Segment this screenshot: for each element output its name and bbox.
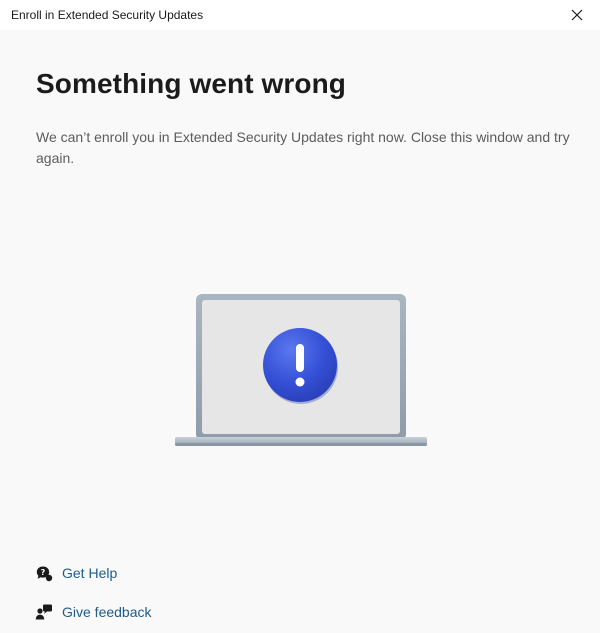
get-help-label: Get Help <box>62 565 118 581</box>
dialog-window: Enroll in Extended Security Updates Some… <box>0 0 600 633</box>
laptop-error-icon <box>175 294 427 446</box>
close-button[interactable] <box>554 0 600 30</box>
error-message: We can’t enroll you in Extended Security… <box>36 129 570 166</box>
page-title: Something went wrong <box>36 68 346 99</box>
give-feedback-link[interactable]: Give feedback <box>35 601 152 623</box>
close-icon <box>571 9 583 21</box>
title-bar: Enroll in Extended Security Updates <box>0 0 600 30</box>
feedback-person-icon <box>35 603 53 621</box>
give-feedback-label: Give feedback <box>62 604 152 620</box>
laptop-error-illustration <box>172 292 428 452</box>
svg-text:?: ? <box>41 568 46 577</box>
window-title: Enroll in Extended Security Updates <box>11 8 204 22</box>
get-help-link[interactable]: ? Get Help <box>35 562 117 584</box>
help-chat-icon: ? <box>35 564 53 582</box>
